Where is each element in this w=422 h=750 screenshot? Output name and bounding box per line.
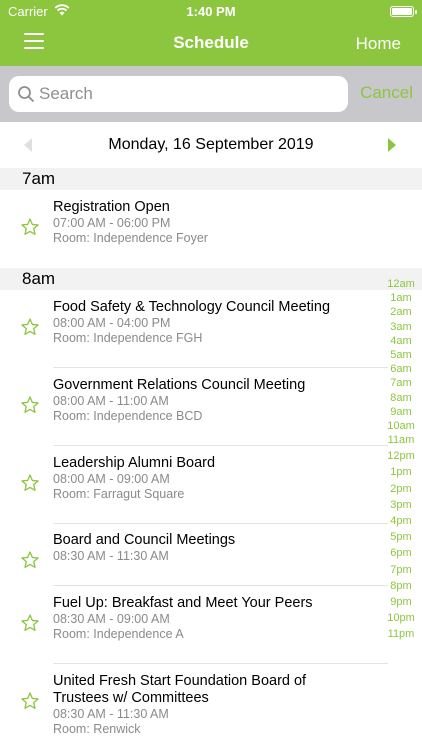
- event-title: Board and Council Meetings: [53, 532, 236, 548]
- event-room: Room: Farragut Square: [53, 487, 185, 501]
- hour-index-item[interactable]: 11am: [386, 433, 416, 447]
- menu-icon: [24, 33, 44, 49]
- clock: 1:40 PM: [186, 4, 236, 19]
- hour-index-item[interactable]: 8am: [386, 391, 416, 405]
- event-row[interactable]: Leadership Alumni Board 08:00 AM - 09:00…: [0, 446, 388, 524]
- hour-index-item[interactable]: 5pm: [386, 530, 416, 544]
- hour-index-item[interactable]: 11pm: [386, 627, 416, 641]
- menu-button[interactable]: [24, 33, 44, 51]
- hour-index-item[interactable]: 8pm: [386, 579, 416, 593]
- event-row[interactable]: Food Safety & Technology Council Meeting…: [0, 290, 388, 368]
- event-title: Registration Open: [53, 199, 170, 215]
- event-time: 08:00 AM - 04:00 PM: [53, 316, 171, 330]
- search-input[interactable]: [39, 76, 339, 112]
- event-title: Government Relations Council Meeting: [53, 377, 306, 393]
- search-box: [9, 76, 348, 112]
- event-title-line-2: Trustees w/ Committees: [53, 690, 209, 706]
- event-time: 08:00 AM - 11:00 AM: [53, 394, 169, 408]
- hour-index-item[interactable]: 7am: [386, 376, 416, 390]
- event-time: 08:30 AM - 11:30 AM: [53, 549, 169, 563]
- current-date: Monday, 16 September 2019: [108, 136, 314, 153]
- hour-index-item[interactable]: 3am: [386, 320, 416, 334]
- hour-index-item[interactable]: 4pm: [386, 514, 416, 528]
- event-title: Leadership Alumni Board: [53, 455, 216, 471]
- hour-index-item[interactable]: 12pm: [386, 449, 416, 463]
- hour-index-item[interactable]: 7pm: [386, 563, 416, 577]
- hour-index-item[interactable]: 9am: [386, 405, 416, 419]
- event-row[interactable]: Registration Open 07:00 AM - 06:00 PM Ro…: [0, 190, 388, 268]
- status-bar: Carrier 1:40 PM: [0, 4, 422, 20]
- event-room: Room: Independence FGH: [53, 331, 203, 345]
- hour-index-item[interactable]: 10am: [386, 419, 416, 433]
- hour-index: 12am 1am 2am 3am 4am 5am 6am 7am 8am 9am…: [386, 277, 416, 642]
- event-title-line-1: United Fresh Start Foundation Board of: [53, 673, 307, 689]
- event-time: 08:30 AM - 11:30 AM: [53, 707, 169, 721]
- event-row[interactable]: United Fresh Start Foundation Board of T…: [0, 664, 388, 750]
- battery-icon: [390, 6, 417, 17]
- date-navigator: Monday, 16 September 2019: [0, 122, 422, 168]
- previous-day-button[interactable]: [24, 138, 32, 157]
- star-icon[interactable]: [20, 550, 40, 570]
- hour-index-item[interactable]: 2am: [386, 305, 416, 319]
- search-icon: [17, 85, 35, 103]
- event-time: 08:30 AM - 09:00 AM: [53, 612, 170, 626]
- event-room: Room: Renwick: [53, 722, 141, 736]
- event-title: Food Safety & Technology Council Meeting: [53, 299, 331, 315]
- event-time: 08:00 AM - 09:00 AM: [53, 472, 170, 486]
- hour-index-item[interactable]: 12am: [386, 277, 416, 291]
- hour-index-item[interactable]: 5am: [386, 348, 416, 362]
- event-time: 07:00 AM - 06:00 PM: [53, 216, 171, 230]
- event-row[interactable]: Board and Council Meetings 08:30 AM - 11…: [0, 524, 388, 586]
- event-row[interactable]: Government Relations Council Meeting 08:…: [0, 368, 388, 446]
- hour-index-item[interactable]: 2pm: [386, 482, 416, 496]
- hour-index-item[interactable]: 6pm: [386, 546, 416, 560]
- hour-index-item[interactable]: 1pm: [386, 465, 416, 479]
- event-room: Room: Independence Foyer: [53, 231, 208, 245]
- star-icon[interactable]: [20, 395, 40, 415]
- hour-index-item[interactable]: 6am: [386, 362, 416, 376]
- star-icon[interactable]: [20, 473, 40, 493]
- hour-index-item[interactable]: 1am: [386, 291, 416, 305]
- nav-header: Carrier 1:40 PM Schedule Home: [0, 0, 422, 66]
- event-room: Room: Independence BCD: [53, 409, 203, 423]
- search-bar: Cancel: [0, 66, 422, 122]
- event-row[interactable]: Fuel Up: Breakfast and Meet Your Peers 0…: [0, 586, 388, 663]
- chevron-right-icon: [388, 138, 396, 152]
- section-header: 7am: [0, 168, 422, 190]
- chevron-left-icon: [24, 138, 32, 152]
- hour-index-item[interactable]: 4am: [386, 334, 416, 348]
- hour-index-item[interactable]: 9pm: [386, 595, 416, 609]
- home-button[interactable]: Home: [356, 34, 401, 54]
- star-icon[interactable]: [20, 613, 40, 633]
- cancel-button[interactable]: Cancel: [360, 83, 413, 103]
- star-icon[interactable]: [20, 217, 40, 237]
- hour-index-item[interactable]: 3pm: [386, 498, 416, 512]
- event-title: Fuel Up: Breakfast and Meet Your Peers: [53, 595, 313, 611]
- hour-index-item[interactable]: 10pm: [386, 611, 416, 625]
- event-room: Room: Independence A: [53, 627, 184, 641]
- star-icon[interactable]: [20, 317, 40, 337]
- section-header: 8am: [0, 268, 422, 290]
- star-icon[interactable]: [20, 691, 40, 711]
- next-day-button[interactable]: [388, 138, 396, 157]
